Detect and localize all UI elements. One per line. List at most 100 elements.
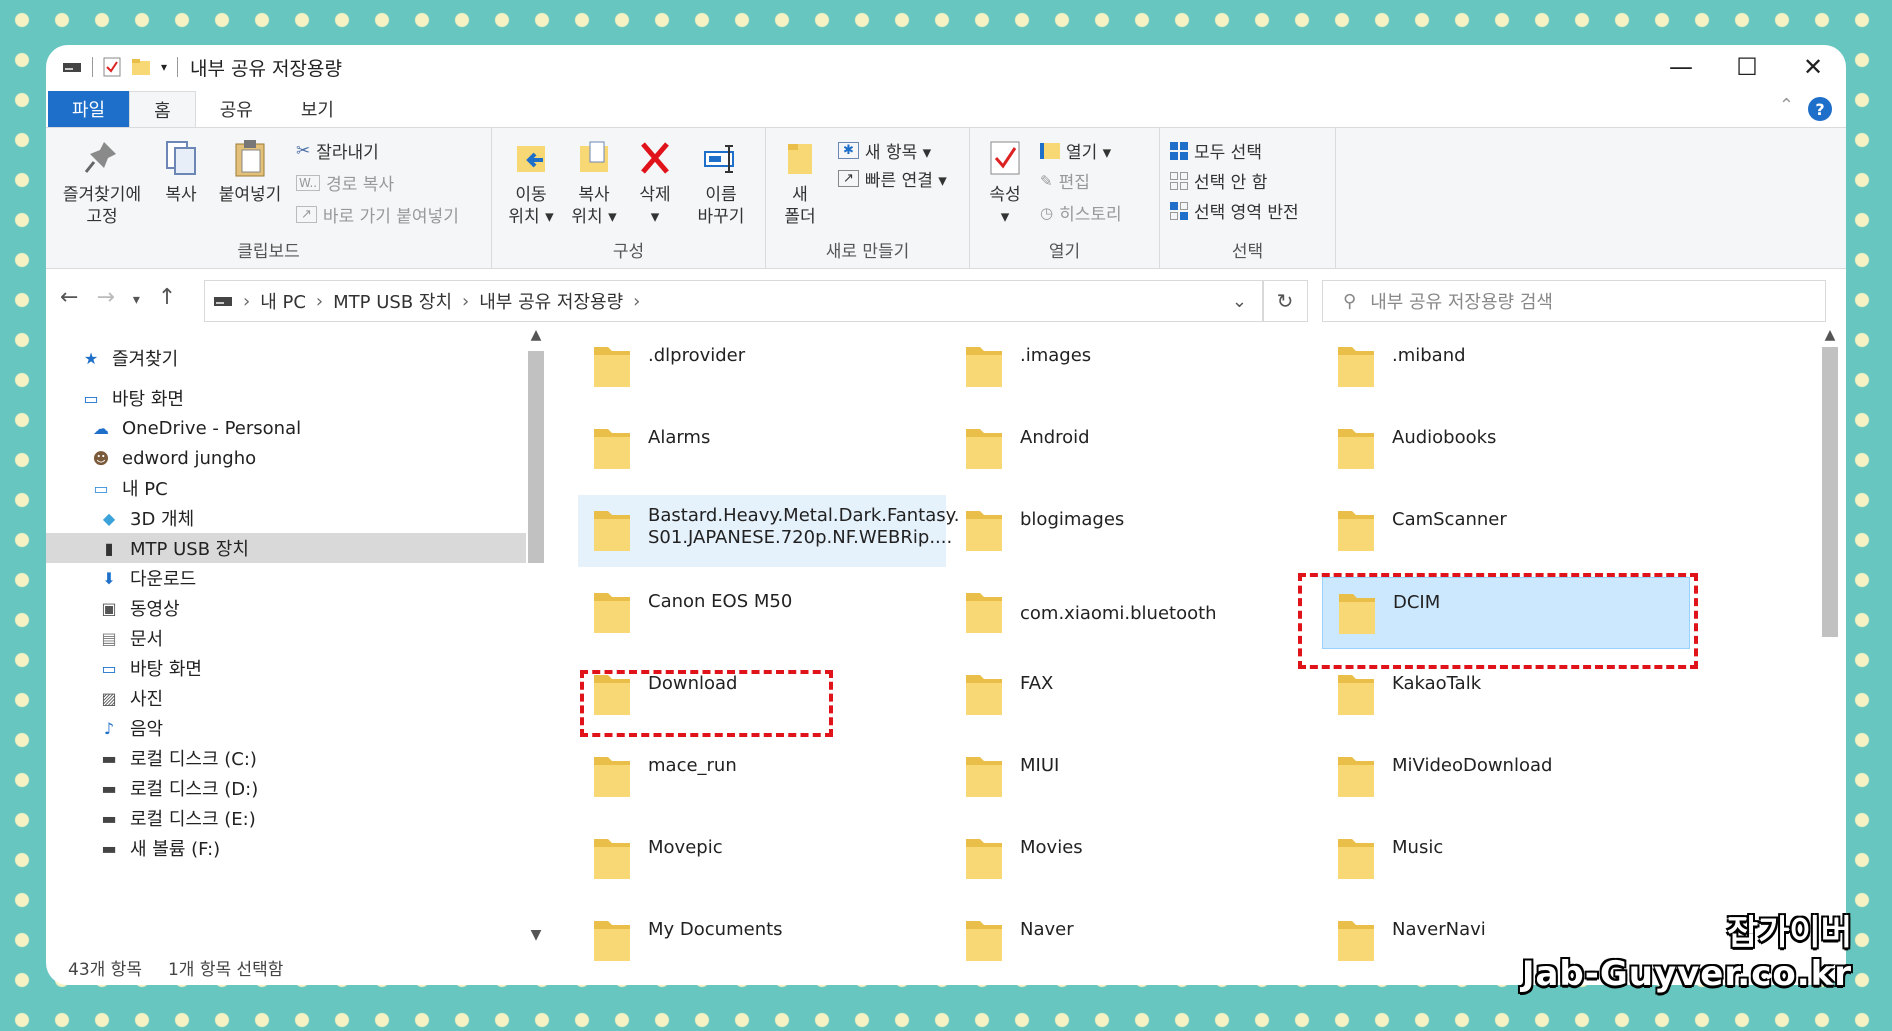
rename-button[interactable]: 이름 바꾸기 [688,138,754,228]
tab-file[interactable]: 파일 [48,91,130,127]
folder-item[interactable]: Naver [950,905,1318,961]
breadcrumb-storage[interactable]: 내부 공유 저장용량 [479,288,623,314]
folder-item[interactable]: Movies [950,823,1318,895]
minimize-button[interactable]: — [1648,45,1714,89]
nav-item[interactable]: ♪ 음악 [46,713,526,743]
nav-item[interactable]: ▬ 새 볼륨 (F:) [46,833,526,863]
copy-icon [166,141,196,175]
invert-selection-icon [1170,201,1188,220]
copy-to-button[interactable]: 복사 위치 ▾ [564,138,624,228]
folder-item[interactable]: com.xiaomi.bluetooth [950,577,1318,649]
folder-item[interactable]: Movepic [578,823,946,895]
open-button[interactable]: 열기 ▾ [1040,138,1111,163]
nav-item[interactable]: ▬ 로컬 디스크 (E:) [46,803,526,833]
folder-name: .images [1020,345,1092,366]
new-folder-button[interactable]: 새 폴더 [774,138,826,228]
tab-view[interactable]: 보기 [277,91,358,127]
close-button[interactable]: ✕ [1780,45,1846,89]
chevron-right-icon[interactable]: › [462,291,469,312]
select-none-button[interactable]: 선택 안 함 [1170,168,1267,193]
pin-button[interactable]: 즐겨찾기에 고정 [54,138,150,228]
folder-item[interactable]: .miband [1322,331,1690,403]
forward-arrow-icon[interactable]: → [96,285,114,315]
nav-item[interactable]: ★ 즐겨찾기 [46,343,526,373]
folder-item[interactable]: Music [1322,823,1690,895]
chevron-right-icon[interactable]: › [316,291,323,312]
folder-item[interactable]: CamScanner [1322,495,1690,567]
search-input[interactable]: ⚲ 내부 공유 저장용량 검색 [1322,280,1826,322]
breadcrumb-my-pc[interactable]: 내 PC [260,288,306,314]
nav-item[interactable]: ▣ 동영상 [46,593,526,623]
nav-item-label: 로컬 디스크 (D:) [130,779,259,800]
nav-item[interactable]: ☁ OneDrive - Personal [46,413,526,443]
folder-item[interactable]: mace_run [578,741,946,813]
folder-item[interactable]: Bastard.Heavy.Metal.Dark.Fantasy. S01.JA… [578,495,959,567]
nav-item[interactable]: ▬ 로컬 디스크 (C:) [46,743,526,773]
recent-locations-icon[interactable]: ▾ [133,285,140,315]
properties-button[interactable]: 속성 ▾ [980,138,1030,228]
navigation-scrollbar[interactable]: ▲ ▼ [526,327,546,947]
cut-button[interactable]: ✂ 잘라내기 [296,138,379,164]
copy-button[interactable]: 복사 [156,138,206,206]
nav-item[interactable]: ⬇ 다운로드 [46,563,526,593]
folder-item[interactable]: My Documents [578,905,946,961]
history-button[interactable]: ◷ 히스토리 [1040,200,1122,226]
folder-name: MiVideoDownload [1392,755,1553,776]
folder-item[interactable]: Canon EOS M50 [578,577,946,649]
nav-item[interactable]: ▭ 바탕 화면 [46,653,526,683]
breadcrumb-mtp[interactable]: MTP USB 장치 [333,288,452,314]
copy-path-button[interactable]: W.. 경로 복사 [296,170,394,195]
chevron-down-icon[interactable]: ▾ [161,60,167,74]
move-to-button[interactable]: 이동 위치 ▾ [504,138,558,228]
maximize-button[interactable]: ☐ [1714,45,1780,89]
paste-shortcut-button[interactable]: ↗ 바로 가기 붙여넣기 [296,202,459,227]
folder-item[interactable]: MIUI [950,741,1318,813]
properties-check-icon[interactable] [103,57,121,77]
easy-access-button[interactable]: ↗ 빠른 연결 ▾ [838,166,947,191]
new-folder-icon[interactable] [131,58,151,76]
tab-share[interactable]: 공유 [196,91,277,127]
nav-item[interactable]: ▬ 로컬 디스크 (D:) [46,773,526,803]
scroll-up-icon[interactable]: ▲ [1820,327,1840,343]
edit-button[interactable]: ✎ 편집 [1040,168,1090,194]
folder-item[interactable]: MiVideoDownload [1322,741,1690,813]
nav-item[interactable]: ▭ 바탕 화면 [46,383,526,413]
delete-button[interactable]: 삭제 ▾ [630,138,680,228]
content-scrollbar[interactable]: ▲ [1820,327,1840,947]
nav-item[interactable]: ▮ MTP USB 장치 [46,533,526,563]
folder-item[interactable]: Alarms [578,413,946,485]
folder-name: .dlprovider [648,345,746,366]
up-arrow-icon[interactable]: ↑ [158,285,176,315]
scroll-down-icon[interactable]: ▼ [526,927,546,943]
folder-icon [1338,839,1374,879]
folder-item[interactable]: .dlprovider [578,331,946,403]
select-all-button[interactable]: 모두 선택 [1170,138,1262,163]
folder-item[interactable]: .images [950,331,1318,403]
address-bar[interactable]: › 내 PC › MTP USB 장치 › 내부 공유 저장용량 › ⌄ [204,280,1264,322]
folder-item[interactable]: blogimages [950,495,1318,567]
folder-item[interactable]: Android [950,413,1318,485]
paste-button[interactable]: 붙여넣기 [212,138,288,206]
chevron-right-icon[interactable]: › [633,291,640,312]
tab-home[interactable]: 홈 [129,91,196,127]
folder-icon [966,921,1002,961]
new-item-button[interactable]: ✱ 새 항목 ▾ [838,138,931,163]
collapse-ribbon-icon[interactable]: ⌃ [1779,95,1794,116]
nav-item[interactable]: ▭ 내 PC [46,473,526,503]
nav-item[interactable]: ☻ edword jungho [46,443,526,473]
invert-selection-button[interactable]: 선택 영역 반전 [1170,198,1299,223]
folder-item[interactable]: FAX [950,659,1318,731]
refresh-button[interactable]: ↻ [1262,280,1308,322]
chevron-right-icon[interactable]: › [243,291,250,312]
nav-item[interactable]: ◆ 3D 개체 [46,503,526,533]
help-button[interactable]: ? [1808,97,1832,121]
scroll-up-icon[interactable]: ▲ [526,327,546,343]
scroll-thumb[interactable] [1822,347,1838,637]
folder-item[interactable]: Audiobooks [1322,413,1690,485]
back-arrow-icon[interactable]: ← [60,285,78,315]
folder-item[interactable]: KakaoTalk [1322,659,1690,731]
nav-item[interactable]: ▤ 문서 [46,623,526,653]
scroll-thumb[interactable] [528,351,544,563]
nav-item[interactable]: ▨ 사진 [46,683,526,713]
chevron-down-icon[interactable]: ⌄ [1232,291,1247,312]
